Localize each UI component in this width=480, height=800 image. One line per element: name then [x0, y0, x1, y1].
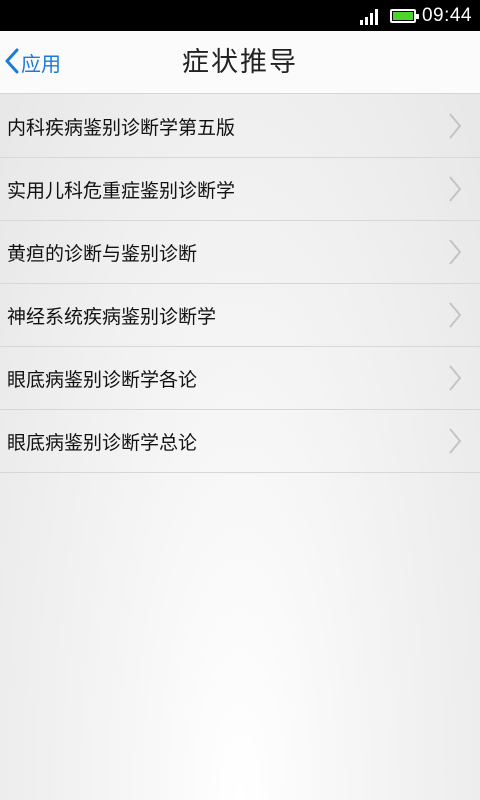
list-item-label: 内科疾病鉴别诊断学第五版 [7, 116, 236, 139]
chevron-right-icon [448, 238, 462, 266]
status-time: 09:44 [421, 4, 472, 26]
chevron-right-icon [448, 112, 462, 140]
page-title: 症状推导 [182, 47, 298, 78]
list-item[interactable]: 眼底病鉴别诊断学总论 [0, 410, 480, 473]
list-item[interactable]: 实用儿科危重症鉴别诊断学 [0, 158, 480, 221]
list-item[interactable]: 眼底病鉴别诊断学各论 [0, 347, 480, 410]
list-item-label: 神经系统疾病鉴别诊断学 [7, 305, 217, 328]
nav-bar: 应用 症状推导 [0, 31, 480, 94]
list-item[interactable]: 黄疸的诊断与鉴别诊断 [0, 221, 480, 284]
list-item[interactable]: 内科疾病鉴别诊断学第五版 [0, 95, 480, 158]
list-item[interactable]: 神经系统疾病鉴别诊断学 [0, 284, 480, 347]
list-item-label: 眼底病鉴别诊断学各论 [7, 368, 198, 391]
back-label: 应用 [21, 52, 61, 76]
list-item-label: 黄疸的诊断与鉴别诊断 [7, 242, 198, 265]
battery-icon [389, 8, 419, 23]
signal-icon [359, 7, 378, 25]
list-item-label: 眼底病鉴别诊断学总论 [7, 431, 198, 454]
book-list: 内科疾病鉴别诊断学第五版 实用儿科危重症鉴别诊断学 黄疸的诊断与鉴别诊断 神经系… [0, 95, 480, 473]
list-item-label: 实用儿科危重症鉴别诊断学 [7, 179, 236, 202]
chevron-right-icon [448, 301, 462, 329]
chevron-right-icon [448, 175, 462, 203]
status-bar: 09:44 [0, 0, 480, 31]
chevron-right-icon [448, 364, 462, 392]
chevron-right-icon [448, 427, 462, 455]
back-button[interactable]: 应用 [4, 31, 61, 94]
chevron-left-icon [4, 48, 20, 78]
